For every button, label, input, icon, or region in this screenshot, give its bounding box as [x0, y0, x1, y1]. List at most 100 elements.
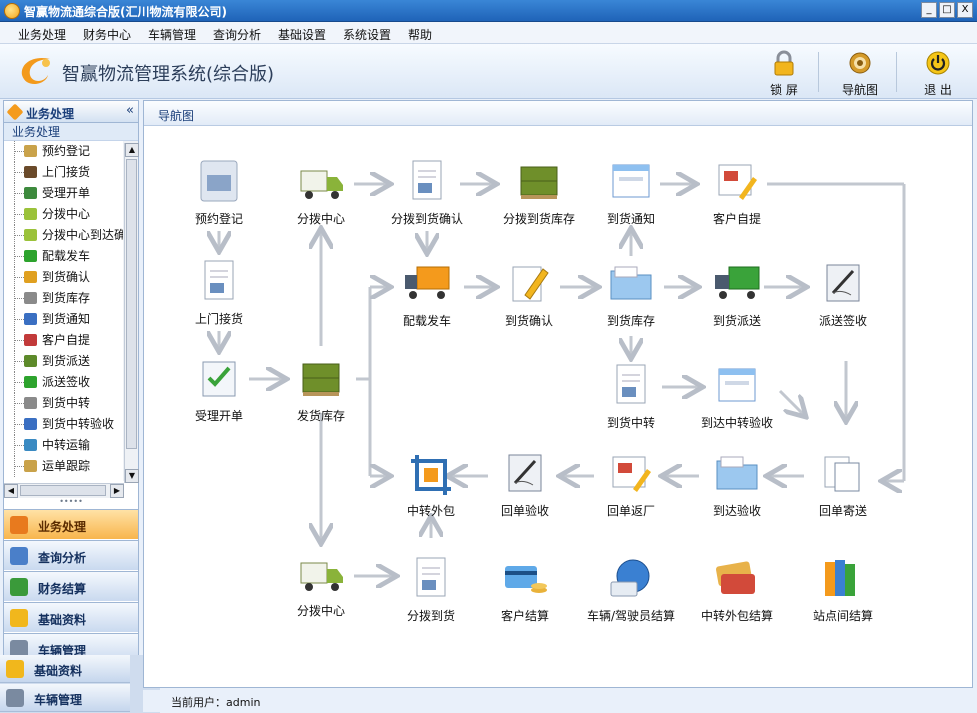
tree-item[interactable]: 中转运输: [4, 435, 123, 456]
lock-screen-button[interactable]: 锁 屏: [754, 50, 814, 98]
flow-node-n5[interactable]: 发货库存: [276, 356, 366, 424]
brand-logo-icon: [21, 57, 50, 85]
sidebar-splitter[interactable]: •••••: [4, 498, 138, 507]
flow-node-n27[interactable]: 站点间结算: [798, 556, 888, 624]
flow-node-n14[interactable]: 派送签收: [798, 261, 888, 329]
flow-node-label: 到货通知: [606, 212, 655, 226]
scroll-down-arrow-icon[interactable]: ▼: [125, 469, 139, 483]
flow-node-n3[interactable]: 受理开单: [174, 356, 264, 424]
flow-node-n16[interactable]: 到达中转验收: [692, 363, 782, 431]
flow-node-label: 回单验收: [500, 504, 549, 518]
tree-item[interactable]: 到货确认: [4, 267, 123, 288]
menu-basic-settings[interactable]: 基础设置: [278, 26, 326, 43]
flow-node-n26[interactable]: 中转外包结算: [692, 556, 782, 624]
menu-vehicle[interactable]: 车辆管理: [148, 26, 196, 43]
flow-node-label: 到货派送: [712, 314, 761, 328]
nav-button-3[interactable]: 基础资料: [4, 602, 138, 632]
flow-node-n9[interactable]: 客户自提: [692, 159, 782, 227]
sidebar-subheading: 业务处理: [4, 123, 138, 141]
function-tree: 预约登记上门接货受理开单 分拨中心 分拨中心到达确 配载发车到货确认到货库存 到货通知客…: [4, 141, 138, 481]
floating-nav-button-1[interactable]: 车辆管理: [0, 684, 130, 712]
tree-item[interactable]: 配载发车: [4, 246, 123, 267]
picture-pen-icon: [718, 164, 757, 200]
tree-vertical-scrollbar[interactable]: ▲ ▼: [124, 143, 139, 483]
flow-node-n25[interactable]: 车辆/驾驶员结算: [586, 556, 676, 624]
document-icon: [616, 364, 646, 404]
flow-node-n10[interactable]: 配载发车: [382, 261, 472, 329]
flow-node-n13[interactable]: 到货派送: [692, 261, 782, 329]
tree-item[interactable]: 预约登记: [4, 141, 123, 162]
tree-item-label: 到货确认: [42, 270, 91, 284]
card-coins-icon: [505, 566, 547, 593]
flow-node-n18[interactable]: 回单验收: [480, 451, 570, 519]
flow-node-n8[interactable]: 到货通知: [586, 159, 676, 227]
flow-node-label: 派送签收: [818, 314, 867, 328]
flow-node-n11[interactable]: 到货确认: [484, 261, 574, 329]
nav-button-1[interactable]: 查询分析: [4, 540, 138, 570]
navigation-map-button[interactable]: 导航图: [830, 50, 890, 98]
scroll-up-arrow-icon[interactable]: ▲: [125, 143, 139, 157]
close-button[interactable]: X: [957, 2, 973, 18]
hscroll-thumb[interactable]: [20, 485, 106, 496]
tree-item[interactable]: 到货派送: [4, 351, 123, 372]
pallet-icon: [520, 166, 558, 199]
flow-node-n1[interactable]: 预约登记: [174, 159, 264, 227]
flow-node-n15[interactable]: 到货中转: [586, 363, 676, 431]
truck-icon: [300, 170, 343, 199]
flow-node-label: 到达验收: [712, 504, 761, 518]
tree-item[interactable]: 客户自提: [4, 330, 123, 351]
tree-item[interactable]: 受理开单: [4, 183, 123, 204]
nav-button-0[interactable]: 业务处理: [4, 509, 138, 539]
sign-icon: [508, 454, 542, 492]
minimize-button[interactable]: _: [921, 2, 937, 18]
collapse-sidebar-button[interactable]: «: [126, 103, 134, 118]
floating-nav-button-0[interactable]: 基础资料: [0, 655, 130, 683]
maximize-button[interactable]: □: [939, 2, 955, 18]
scroll-right-arrow-icon[interactable]: ▶: [110, 484, 124, 498]
flow-node-label: 到货中转: [606, 416, 655, 430]
flow-node-label: 分拨中心: [296, 604, 345, 618]
flow-node-label: 发货库存: [296, 409, 345, 423]
flow-node-n23[interactable]: 分拨到货: [386, 556, 476, 624]
flow-node-label: 预约登记: [194, 212, 243, 226]
tree-item-icon: [24, 418, 37, 430]
flow-node-n2[interactable]: 上门接货: [174, 259, 264, 327]
flow-node-n17[interactable]: 中转外包: [386, 451, 476, 519]
exit-button[interactable]: 退 出: [908, 50, 968, 98]
tree-item[interactable]: 到货中转验收: [4, 414, 123, 435]
scroll-thumb[interactable]: [126, 159, 137, 449]
flow-node-n20[interactable]: 到达验收: [692, 451, 782, 519]
tree-item[interactable]: 分拨中心: [4, 204, 123, 225]
menu-help[interactable]: 帮助: [408, 26, 432, 43]
navigation-map-label: 导航图: [841, 83, 878, 97]
scroll-left-arrow-icon[interactable]: ◀: [4, 484, 18, 498]
flow-node-label: 回单返厂: [606, 504, 655, 518]
tree-item[interactable]: 上门接货: [4, 162, 123, 183]
flow-node-label: 客户结算: [500, 609, 549, 623]
tree-item-label: 上门接货: [42, 165, 91, 179]
menu-query[interactable]: 查询分析: [213, 26, 261, 43]
tree-item[interactable]: 到货中转: [4, 393, 123, 414]
tree-item[interactable]: 派送签收: [4, 372, 123, 393]
flow-node-n19[interactable]: 回单返厂: [586, 451, 676, 519]
app-logo-icon: [4, 3, 20, 19]
menu-business[interactable]: 业务处理: [18, 26, 66, 43]
tree-item[interactable]: 分拨中心到达确: [4, 225, 123, 246]
tree-item-icon: [24, 250, 37, 262]
flow-node-n22[interactable]: 分拨中心: [276, 551, 366, 619]
tree-item[interactable]: 到货通知: [4, 309, 123, 330]
flow-node-n4[interactable]: 分拨中心: [276, 159, 366, 227]
globe-card-icon: [610, 559, 650, 597]
bulb-icon: [10, 609, 28, 627]
flow-node-n7[interactable]: 分拨到货库存: [494, 159, 584, 227]
flow-node-n21[interactable]: 回单寄送: [798, 451, 888, 519]
menu-system-settings[interactable]: 系统设置: [343, 26, 391, 43]
nav-button-2[interactable]: 财务结算: [4, 571, 138, 601]
tree-horizontal-scrollbar[interactable]: ◀ ▶: [4, 483, 124, 498]
tree-item[interactable]: 运单跟踪: [4, 456, 123, 477]
flow-node-n24[interactable]: 客户结算: [480, 556, 570, 624]
tree-item[interactable]: 到货库存: [4, 288, 123, 309]
flow-node-n12[interactable]: 到货库存: [586, 261, 676, 329]
menu-finance[interactable]: 财务中心: [83, 26, 131, 43]
flow-node-n6[interactable]: 分拨到货确认: [382, 159, 472, 227]
